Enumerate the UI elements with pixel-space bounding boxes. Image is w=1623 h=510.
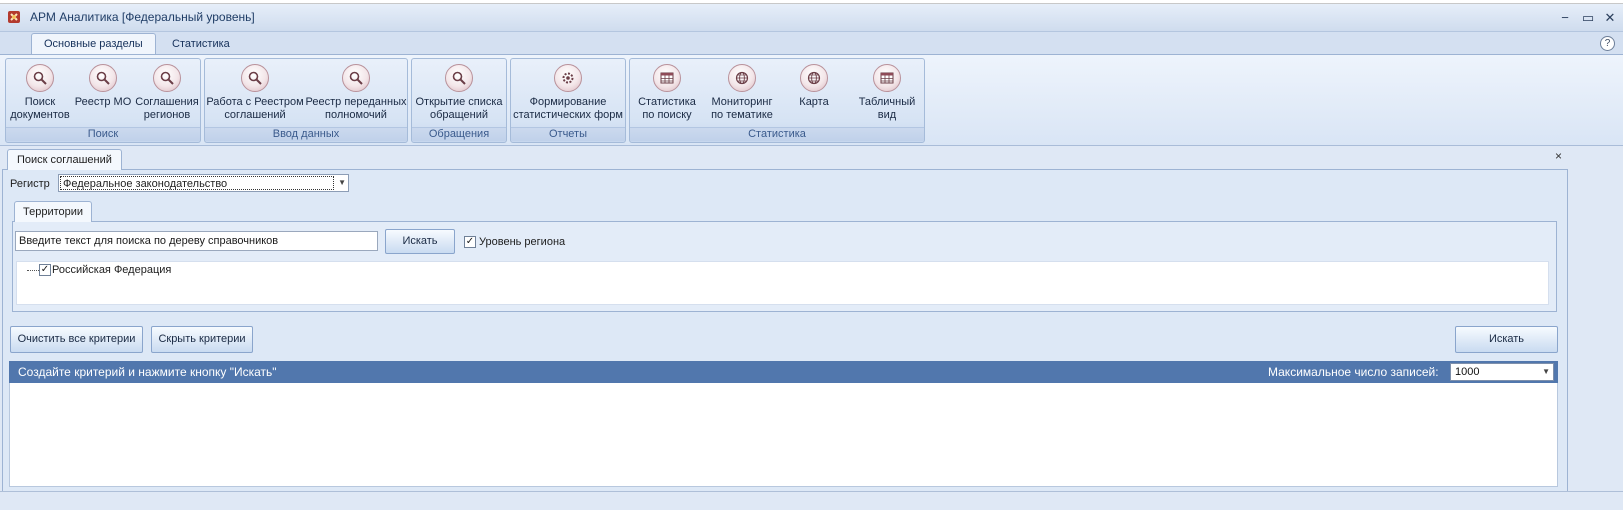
minimize-button[interactable]: −: [1555, 9, 1575, 27]
tab-statistics[interactable]: Статистика: [159, 33, 243, 54]
ribbon-group-statistics: Статистика по поиску Мониторинг по темат…: [629, 58, 925, 143]
title-bar: АРМ Аналитика [Федеральный уровень] − ▭ …: [0, 4, 1623, 32]
tree-node-russian-federation[interactable]: Российская Федерация: [52, 264, 171, 276]
button-label: Поиск документов: [10, 96, 70, 121]
ribbon-tab-row: Основные разделы Статистика: [0, 32, 1623, 54]
tree-search-button[interactable]: Искать: [385, 229, 455, 254]
ribbon-group-label: Обращения: [412, 127, 506, 141]
ribbon-group-data-entry: Работа с Реестром соглашений Реестр пере…: [204, 58, 408, 143]
button-label: Формирование статистических форм: [513, 96, 623, 121]
ribbon-group-label: Поиск: [6, 127, 200, 141]
globe-icon: [800, 64, 828, 92]
button-label: Соглашения регионов: [135, 96, 199, 121]
search-documents-button[interactable]: Поиск документов: [8, 64, 72, 128]
open-appeals-list-button[interactable]: Открытие списка обращений: [414, 64, 504, 128]
button-label: Реестр переданных полномочий: [305, 96, 407, 121]
registr-select-value: Федеральное законодательство: [60, 176, 334, 190]
button-label: Табличный вид: [858, 96, 916, 121]
close-window-button[interactable]: ✕: [1600, 9, 1620, 27]
status-strip: [0, 491, 1623, 510]
tab-territories[interactable]: Территории: [14, 201, 93, 222]
chevron-down-icon: ▼: [338, 178, 346, 187]
tree-search-input[interactable]: Введите текст для поиска по дереву справ…: [15, 231, 378, 251]
magnifier-icon: [89, 64, 117, 92]
gear-icon: [554, 64, 582, 92]
map-button[interactable]: Карта: [782, 64, 846, 128]
search-statistics-button[interactable]: Статистика по поиску: [632, 64, 702, 128]
ribbon-group-search: Поиск документов Реестр МО Соглашения ре…: [5, 58, 201, 143]
ribbon-group-reports: Формирование статистических форм Отчеты: [510, 58, 626, 143]
clear-all-criteria-button[interactable]: Очистить все критерии: [10, 326, 143, 353]
maximize-button[interactable]: ▭: [1578, 9, 1598, 27]
button-label: Открытие списка обращений: [415, 96, 503, 121]
table-icon: [873, 64, 901, 92]
magnifier-icon: [445, 64, 473, 92]
globe-icon: [728, 64, 756, 92]
region-level-label: Уровень региона: [479, 236, 566, 248]
help-button[interactable]: ?: [1600, 36, 1615, 51]
results-hint: Создайте критерий и нажмите кнопку "Иска…: [18, 365, 277, 379]
button-label: Карта: [799, 96, 829, 108]
magnifier-icon: [26, 64, 54, 92]
magnifier-icon: [342, 64, 370, 92]
table-view-button[interactable]: Табличный вид: [852, 64, 922, 128]
territory-tree: [16, 261, 1549, 305]
registr-select[interactable]: Федеральное законодательство ▼: [58, 174, 349, 192]
app-logo-icon: [8, 11, 20, 23]
max-records-value: 1000: [1455, 366, 1480, 378]
table-icon: [653, 64, 681, 92]
tree-node-checkbox[interactable]: ✓: [39, 264, 51, 276]
ribbon-group-appeals: Открытие списка обращений Обращения: [411, 58, 507, 143]
registry-mo-button[interactable]: Реестр МО: [73, 64, 133, 128]
topic-monitoring-button[interactable]: Мониторинг по тематике: [706, 64, 778, 128]
button-label: Статистика по поиску: [638, 96, 696, 121]
search-button[interactable]: Искать: [1455, 326, 1558, 353]
ribbon-group-label: Отчеты: [511, 127, 625, 141]
chevron-down-icon: ▼: [1542, 367, 1550, 376]
region-level-checkbox[interactable]: ✓: [464, 236, 476, 248]
ribbon-group-label: Статистика: [630, 127, 924, 141]
button-label: Реестр МО: [74, 96, 132, 108]
results-header: Создайте критерий и нажмите кнопку "Иска…: [9, 361, 1558, 383]
document-tab-agreement-search[interactable]: Поиск соглашений: [7, 149, 122, 170]
ribbon-group-label: Ввод данных: [205, 127, 407, 141]
ribbon: Поиск документов Реестр МО Соглашения ре…: [0, 54, 1623, 146]
statistical-forms-button[interactable]: Формирование статистических форм: [513, 64, 623, 128]
window-title: АРМ Аналитика [Федеральный уровень]: [30, 10, 255, 24]
tab-main-sections[interactable]: Основные разделы: [31, 33, 156, 54]
tree-connector-line: [27, 270, 39, 271]
region-agreements-button[interactable]: Соглашения регионов: [134, 64, 200, 128]
magnifier-icon: [153, 64, 181, 92]
close-document-tab-button[interactable]: ×: [1555, 149, 1562, 163]
hide-criteria-button[interactable]: Скрыть критерии: [151, 326, 253, 353]
agreements-registry-button[interactable]: Работа с Реестром соглашений: [206, 64, 304, 128]
delegated-powers-registry-button[interactable]: Реестр переданных полномочий: [305, 64, 407, 128]
max-records-label: Максимальное число записей:: [1268, 365, 1439, 379]
registr-label: Регистр: [10, 178, 50, 190]
results-area: [9, 383, 1558, 487]
button-label: Мониторинг по тематике: [711, 96, 773, 121]
magnifier-icon: [241, 64, 269, 92]
button-label: Работа с Реестром соглашений: [206, 96, 304, 121]
max-records-select[interactable]: 1000 ▼: [1450, 363, 1554, 381]
